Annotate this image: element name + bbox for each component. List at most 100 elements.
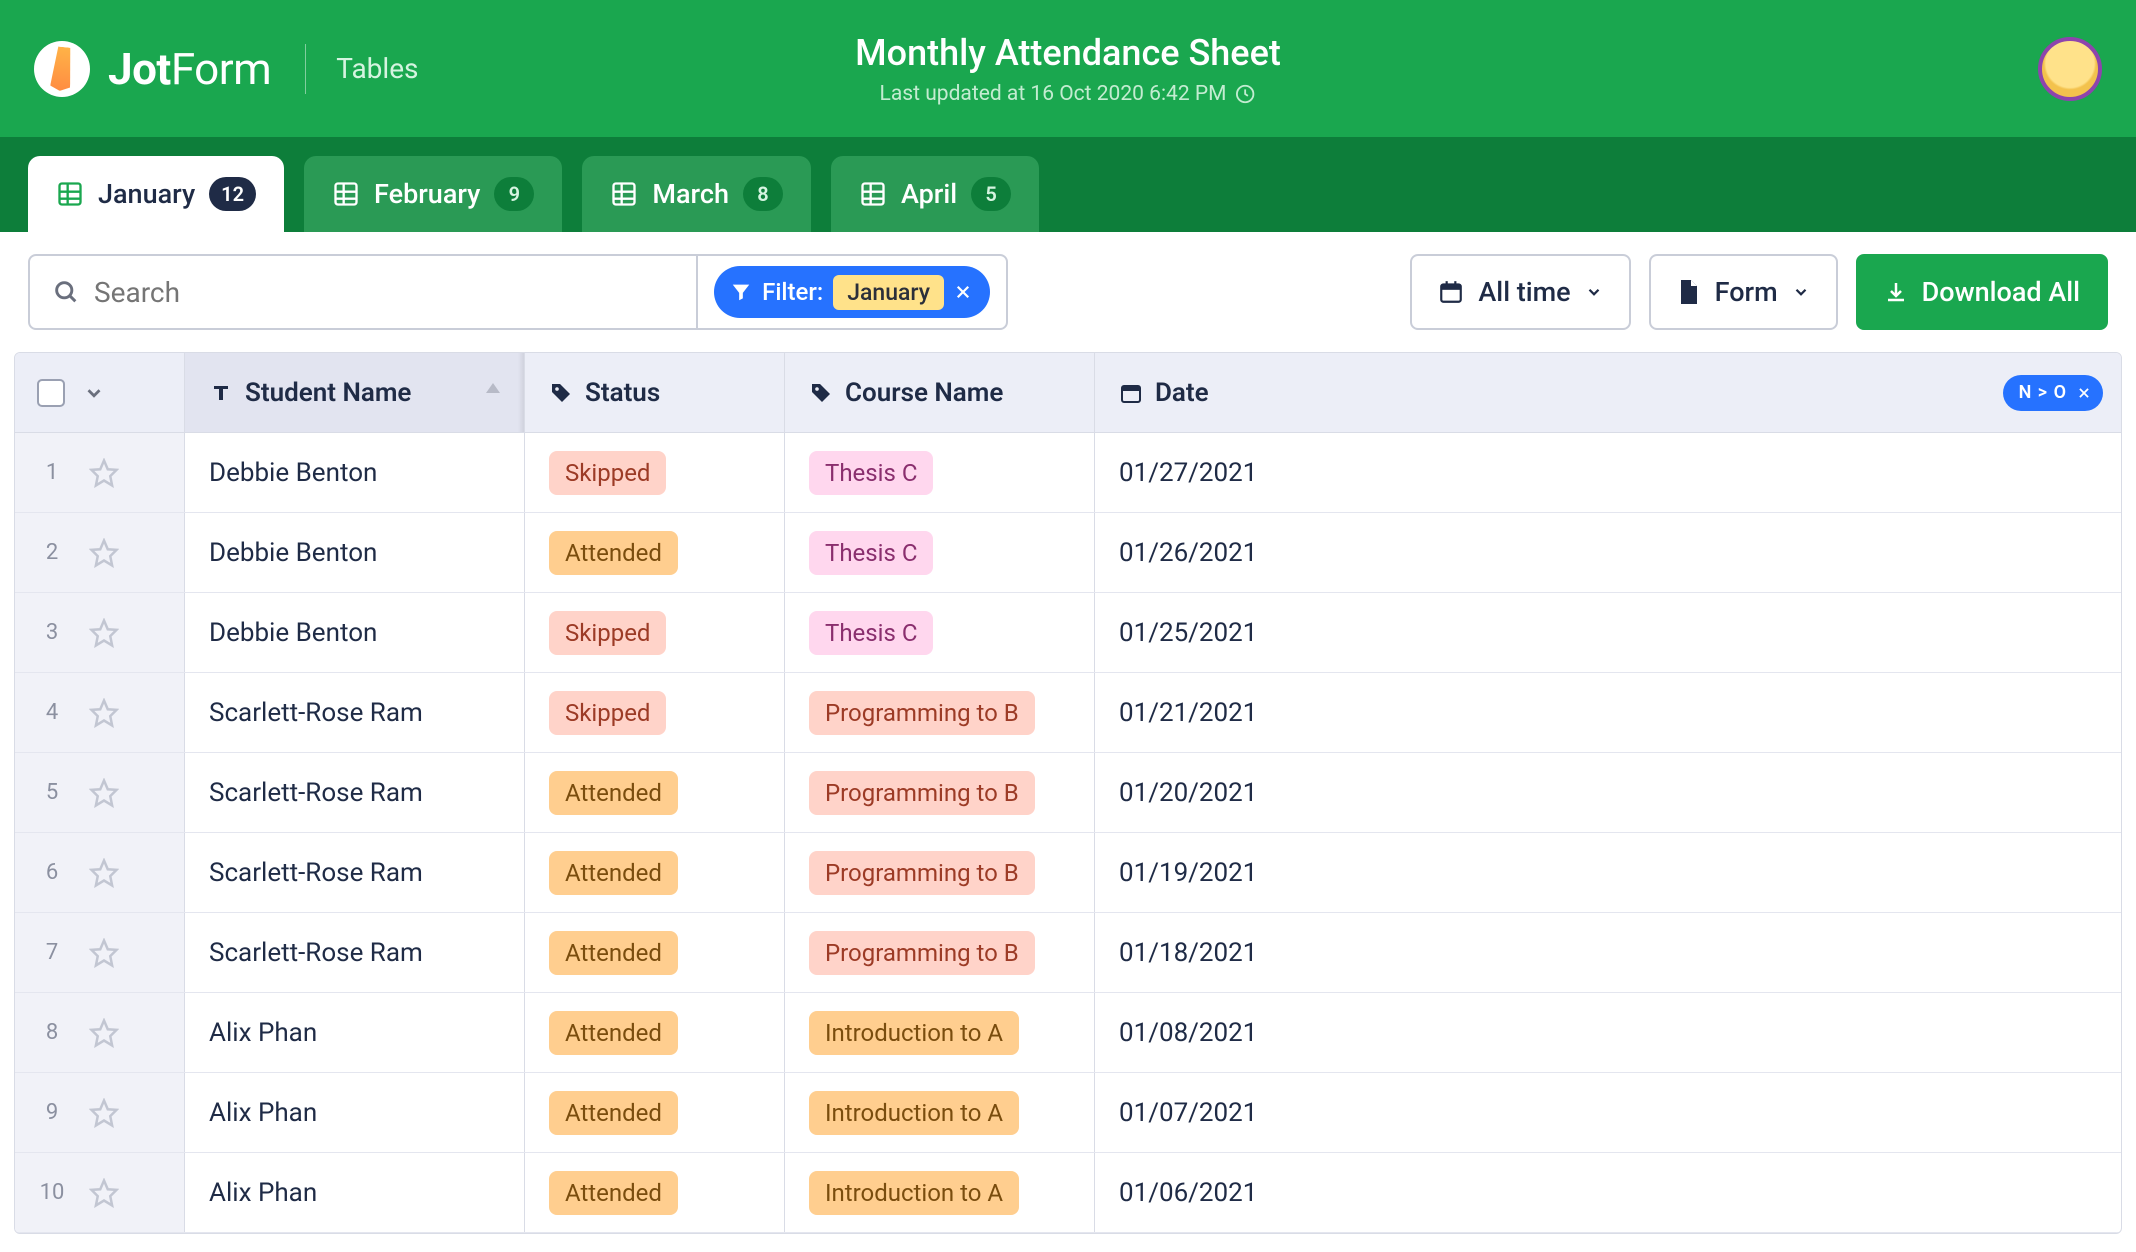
cell-date[interactable]: 01/25/2021 — [1095, 593, 2121, 672]
column-menu-icon[interactable] — [486, 383, 500, 403]
star-icon[interactable] — [89, 458, 119, 488]
col-date[interactable]: Date N > O — [1095, 353, 2121, 432]
cell-course[interactable]: Programming to B — [785, 673, 1095, 752]
cell-course[interactable]: Programming to B — [785, 913, 1095, 992]
table-row[interactable]: 1 Debbie Benton Skipped Thesis C 01/27/2021 — [15, 433, 2121, 513]
tab-january[interactable]: January12 — [28, 156, 284, 232]
star-icon[interactable] — [89, 938, 119, 968]
cell-student-name[interactable]: Scarlett-Rose Ram — [185, 833, 525, 912]
table-row[interactable]: 10 Alix PhanAttendedIntroduction to A01/0… — [15, 1153, 2121, 1233]
avatar[interactable] — [2038, 37, 2102, 101]
filter-chip[interactable]: Filter: January — [714, 266, 990, 318]
cell-date[interactable]: 01/20/2021 — [1095, 753, 2121, 832]
form-button[interactable]: Form — [1649, 254, 1838, 330]
row-number: 2 — [37, 540, 67, 565]
clear-filter-icon[interactable] — [954, 283, 972, 301]
col-student-name[interactable]: Student Name — [185, 353, 525, 432]
star-icon[interactable] — [89, 618, 119, 648]
table-row[interactable]: 2 Debbie BentonAttendedThesis C01/26/2021 — [15, 513, 2121, 593]
cell-course[interactable]: Introduction to A — [785, 993, 1095, 1072]
chevron-down-icon[interactable] — [83, 382, 105, 404]
sort-indicator[interactable]: N > O — [2003, 375, 2103, 411]
cell-student-name[interactable]: Debbie Benton — [185, 433, 525, 512]
cell-date[interactable]: 01/18/2021 — [1095, 913, 2121, 992]
cell-status[interactable]: Attended — [525, 513, 785, 592]
tab-april[interactable]: April5 — [831, 156, 1039, 232]
star-icon[interactable] — [89, 538, 119, 568]
cell-status[interactable]: Skipped — [525, 673, 785, 752]
cell-date[interactable]: 01/19/2021 — [1095, 833, 2121, 912]
cell-student-name[interactable]: Scarlett-Rose Ram — [185, 673, 525, 752]
cell-date[interactable]: 01/26/2021 — [1095, 513, 2121, 592]
tab-march[interactable]: March8 — [582, 156, 811, 232]
star-icon[interactable] — [89, 778, 119, 808]
tab-label: February — [374, 178, 480, 210]
table-row[interactable]: 8Alix PhanAttendedIntroduction to A01/08… — [15, 993, 2121, 1073]
cell-date[interactable]: 01/07/2021 — [1095, 1073, 2121, 1152]
cell-student-name[interactable]: Alix Phan — [185, 1153, 525, 1232]
cell-student-name[interactable]: Debbie Benton — [185, 593, 525, 672]
cell-course[interactable]: Programming to B — [785, 833, 1095, 912]
course-pill: Introduction to A — [809, 1011, 1019, 1055]
status-pill: Skipped — [549, 611, 666, 655]
select-all-checkbox[interactable] — [37, 379, 65, 407]
cell-status[interactable]: Attended — [525, 1153, 785, 1232]
time-filter-button[interactable]: All time — [1410, 254, 1630, 330]
course-pill: Thesis C — [809, 451, 933, 495]
cell-course[interactable]: Introduction to A — [785, 1153, 1095, 1232]
star-icon[interactable] — [89, 858, 119, 888]
cell-course[interactable]: Thesis C — [785, 593, 1095, 672]
cell-status[interactable]: Attended — [525, 753, 785, 832]
search-box[interactable] — [30, 256, 698, 328]
cell-status[interactable]: Attended — [525, 1073, 785, 1152]
row-number: 1 — [37, 460, 67, 485]
brand-block[interactable]: JotForm — [34, 41, 271, 97]
search-input[interactable] — [94, 276, 674, 309]
table-row[interactable]: 5Scarlett-Rose RamAttendedProgramming to… — [15, 753, 2121, 833]
row-header: 9 — [15, 1073, 185, 1152]
cell-course[interactable]: Introduction to A — [785, 1073, 1095, 1152]
cell-status[interactable]: Attended — [525, 993, 785, 1072]
table-row[interactable]: 6 Scarlett-Rose RamAttendedProgramming to… — [15, 833, 2121, 913]
cell-status[interactable]: Attended — [525, 833, 785, 912]
table-row[interactable]: 7Scarlett-Rose RamAttendedProgramming to… — [15, 913, 2121, 993]
cell-student-name[interactable]: Scarlett-Rose Ram — [185, 913, 525, 992]
cell-date[interactable]: 01/08/2021 — [1095, 993, 2121, 1072]
tab-count: 5 — [971, 177, 1011, 211]
cell-student-name[interactable]: Scarlett-Rose Ram — [185, 753, 525, 832]
brand-name: JotForm — [108, 43, 271, 95]
row-number: 6 — [37, 860, 67, 885]
cell-student-name[interactable]: Debbie Benton — [185, 513, 525, 592]
row-number: 10 — [37, 1180, 67, 1205]
close-icon[interactable] — [2077, 386, 2091, 400]
cell-date[interactable]: 01/27/2021 — [1095, 433, 2121, 512]
cell-course[interactable]: Thesis C — [785, 513, 1095, 592]
tag-icon — [549, 381, 573, 405]
download-all-button[interactable]: Download All — [1856, 254, 2108, 330]
table-row[interactable]: 4Scarlett-Rose RamSkippedProgramming to … — [15, 673, 2121, 753]
cell-course[interactable]: Thesis C — [785, 433, 1095, 512]
star-icon[interactable] — [89, 1098, 119, 1128]
chevron-down-icon — [1792, 283, 1810, 301]
star-icon[interactable] — [89, 1178, 119, 1208]
cell-course[interactable]: Programming to B — [785, 753, 1095, 832]
section-label[interactable]: Tables — [336, 52, 418, 85]
cell-status[interactable]: Skipped — [525, 433, 785, 512]
history-icon[interactable] — [1234, 83, 1256, 105]
tab-count: 9 — [494, 177, 534, 211]
cell-student-name[interactable]: Alix Phan — [185, 1073, 525, 1152]
col-course[interactable]: Course Name — [785, 353, 1095, 432]
tab-february[interactable]: February 9 — [304, 156, 562, 232]
cell-student-name[interactable]: Alix Phan — [185, 993, 525, 1072]
cell-date[interactable]: 01/21/2021 — [1095, 673, 2121, 752]
cell-date[interactable]: 01/06/2021 — [1095, 1153, 2121, 1232]
status-pill: Skipped — [549, 451, 666, 495]
col-status[interactable]: Status — [525, 353, 785, 432]
cell-status[interactable]: Skipped — [525, 593, 785, 672]
table-row[interactable]: 9Alix PhanAttendedIntroduction to A01/07… — [15, 1073, 2121, 1153]
star-icon[interactable] — [89, 1018, 119, 1048]
tab-label: March — [652, 178, 729, 210]
star-icon[interactable] — [89, 698, 119, 728]
table-row[interactable]: 3Debbie BentonSkippedThesis C01/25/2021 — [15, 593, 2121, 673]
cell-status[interactable]: Attended — [525, 913, 785, 992]
